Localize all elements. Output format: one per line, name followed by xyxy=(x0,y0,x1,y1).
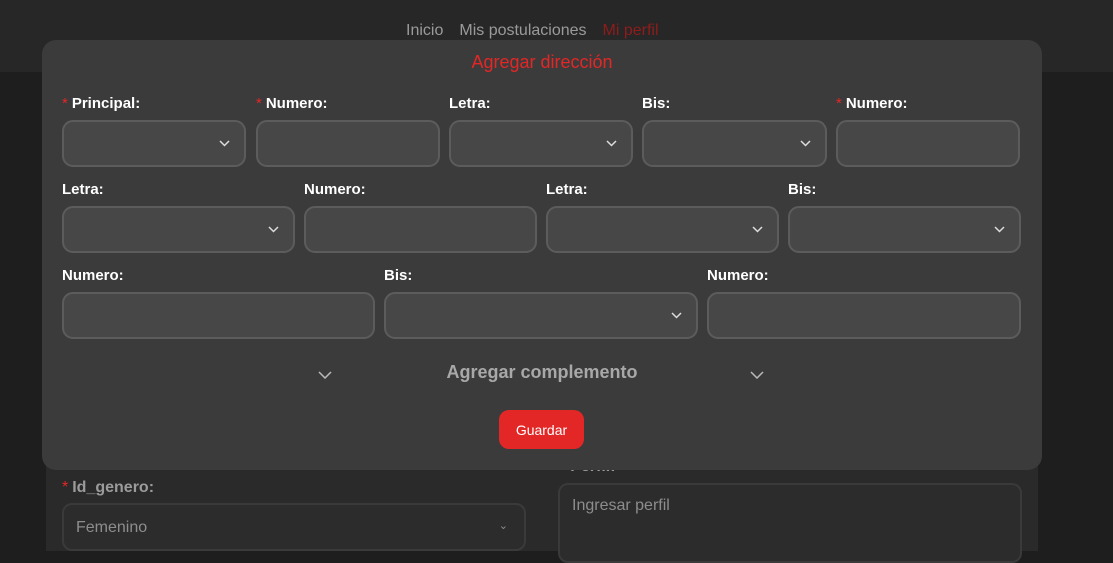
chevron-down-icon xyxy=(752,226,763,233)
field-label: Letra: xyxy=(546,181,588,198)
add-complement-toggle[interactable]: Agregar complemento xyxy=(42,362,1042,382)
field-label-text: Principal: xyxy=(71,95,141,112)
nav-mis-postulaciones[interactable]: Mis postulaciones xyxy=(459,22,586,40)
field-label: Letra: xyxy=(62,181,104,198)
chevron-down-icon xyxy=(671,312,682,319)
profile-placeholder: Ingresar perfil xyxy=(572,497,670,514)
field-label-text: Bis: xyxy=(788,181,817,198)
field-label-text: Numero: xyxy=(265,95,328,112)
address-select[interactable] xyxy=(788,206,1021,253)
gender-label-text: Id_genero: xyxy=(72,479,155,496)
address-select[interactable] xyxy=(449,120,633,167)
field-label: Bis: xyxy=(642,95,670,112)
field-label: Bis: xyxy=(384,267,412,284)
chevron-down-icon xyxy=(800,140,811,147)
address-input[interactable] xyxy=(707,292,1021,339)
field-label: Numero: xyxy=(62,267,124,284)
field-label-text: Numero: xyxy=(845,95,908,112)
address-select[interactable] xyxy=(546,206,779,253)
field-label: * Numero: xyxy=(836,95,908,112)
nav-mi-perfil[interactable]: Mi perfil xyxy=(603,22,659,40)
field-label-text: Letra: xyxy=(449,95,491,112)
address-select[interactable] xyxy=(62,120,246,167)
field-label: Numero: xyxy=(304,181,366,198)
field-label: Letra: xyxy=(449,95,491,112)
field-label-text: Bis: xyxy=(384,267,413,284)
field-label: * Numero: xyxy=(256,95,328,112)
chevron-down-icon xyxy=(219,140,230,147)
chevron-down-icon xyxy=(606,140,617,147)
main-nav: Inicio Mis postulaciones Mi perfil xyxy=(406,22,659,40)
required-icon: * xyxy=(256,95,262,112)
field-label: Numero: xyxy=(707,267,769,284)
chevron-down-icon xyxy=(994,226,1005,233)
field-label: * Principal: xyxy=(62,95,140,112)
field-label-text: Numero: xyxy=(707,267,769,284)
address-input[interactable] xyxy=(256,120,440,167)
address-select[interactable] xyxy=(642,120,827,167)
nav-inicio[interactable]: Inicio xyxy=(406,22,443,40)
field-label-text: Numero: xyxy=(304,181,366,198)
address-input[interactable] xyxy=(62,292,375,339)
chevron-down-icon xyxy=(268,226,279,233)
field-label-text: Letra: xyxy=(62,181,104,198)
address-select[interactable] xyxy=(62,206,295,253)
address-input[interactable] xyxy=(304,206,537,253)
profile-textarea[interactable]: Ingresar perfil xyxy=(558,483,1022,563)
field-label-text: Letra: xyxy=(546,181,588,198)
field-label-text: Numero: xyxy=(62,267,124,284)
chevron-down-icon: ⌄ xyxy=(498,520,508,532)
save-button[interactable]: Guardar xyxy=(499,410,584,449)
address-select[interactable] xyxy=(384,292,698,339)
field-label-text: Bis: xyxy=(642,95,671,112)
address-input[interactable] xyxy=(836,120,1020,167)
required-icon: * xyxy=(62,479,69,496)
modal-title: Agregar dirección xyxy=(471,52,613,72)
gender-label: * Id_genero: xyxy=(62,479,154,497)
gender-select[interactable]: Femenino ⌄ xyxy=(62,503,526,551)
field-label: Bis: xyxy=(788,181,816,198)
add-complement-label: Agregar complemento xyxy=(446,362,638,382)
required-icon: * xyxy=(62,95,68,112)
chevron-down-icon xyxy=(750,366,764,384)
required-icon: * xyxy=(836,95,842,112)
gender-value: Femenino xyxy=(76,519,148,536)
add-address-modal: Agregar dirección * Principal: * Numero: Let… xyxy=(42,40,1042,470)
